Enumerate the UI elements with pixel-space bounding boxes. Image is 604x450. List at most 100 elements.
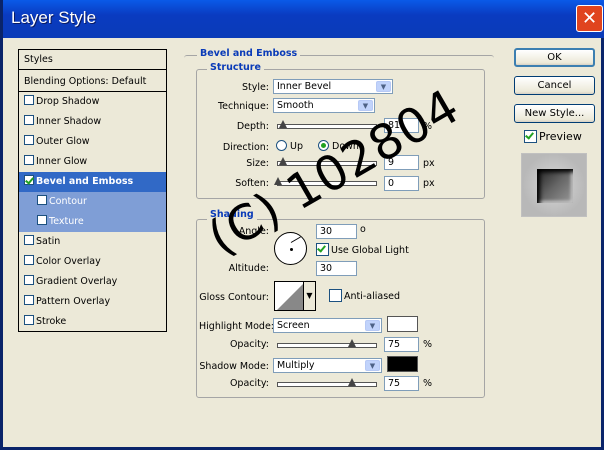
chevron-down-icon: ▼	[365, 320, 380, 331]
style-checkbox[interactable]	[24, 235, 34, 245]
size-unit: px	[423, 158, 435, 169]
style-checkbox[interactable]	[24, 135, 34, 145]
altitude-input[interactable]: 30	[316, 261, 357, 276]
down-radio[interactable]	[318, 140, 329, 151]
highlight-opacity-label: Opacity:	[229, 339, 269, 350]
preview-option[interactable]: Preview	[524, 130, 582, 143]
structure-title: Structure	[207, 62, 264, 73]
style-label: Style:	[241, 82, 269, 93]
depth-slider[interactable]	[277, 120, 377, 129]
degree-symbol: o	[360, 224, 366, 235]
style-item-label: Gradient Overlay	[36, 276, 118, 287]
size-slider-thumb[interactable]	[278, 157, 287, 165]
style-item-inner-shadow[interactable]: Inner Shadow	[19, 112, 166, 132]
style-item-label: Outer Glow	[36, 136, 90, 147]
style-checkbox[interactable]	[24, 95, 34, 105]
angle-input[interactable]: 30	[316, 224, 357, 239]
style-item-blending-options-default[interactable]: Blending Options: Default	[19, 72, 166, 92]
shadow-opacity-unit: %	[423, 378, 433, 389]
preview-thumbnail	[521, 153, 587, 217]
soften-slider-thumb[interactable]	[274, 177, 282, 185]
size-slider[interactable]	[277, 157, 377, 166]
down-label: Down	[332, 141, 359, 152]
highlight-color-swatch[interactable]	[387, 316, 418, 332]
style-value: Inner Bevel	[277, 81, 332, 92]
style-item-stroke[interactable]: Stroke	[19, 312, 166, 332]
gloss-contour-preview[interactable]	[274, 281, 304, 311]
style-item-color-overlay[interactable]: Color Overlay	[19, 252, 166, 272]
highlight-mode-select[interactable]: Screen ▼	[273, 318, 382, 333]
depth-input[interactable]: 81	[384, 118, 419, 133]
title-bar[interactable]: Layer Style ✕	[3, 0, 604, 38]
shadow-opacity-input[interactable]: 75	[384, 376, 419, 391]
technique-select[interactable]: Smooth ▼	[273, 98, 375, 113]
chevron-down-icon: ▼	[306, 291, 313, 300]
angle-dial-needle	[290, 236, 301, 243]
technique-value: Smooth	[277, 100, 314, 111]
depth-slider-thumb[interactable]	[278, 120, 287, 128]
highlight-opacity-thumb[interactable]	[347, 339, 356, 347]
shadow-opacity-thumb[interactable]	[347, 378, 356, 386]
shadow-mode-select[interactable]: Multiply ▼	[273, 358, 382, 373]
style-checkbox[interactable]	[24, 115, 34, 125]
soften-input[interactable]: 0	[384, 176, 419, 191]
style-checkbox[interactable]	[37, 195, 47, 205]
anti-aliased-checkbox[interactable]	[329, 289, 342, 302]
angle-dial[interactable]	[274, 232, 307, 265]
styles-panel: Styles Blending Options: Default Drop Sha…	[18, 49, 167, 332]
depth-unit: %	[423, 121, 433, 132]
style-checkbox[interactable]	[24, 275, 34, 285]
altitude-label: Altitude:	[228, 263, 269, 274]
style-checkbox[interactable]	[24, 155, 34, 165]
highlight-opacity-unit: %	[423, 339, 433, 350]
style-item-label: Blending Options: Default	[24, 76, 147, 87]
depth-label: Depth:	[236, 121, 269, 132]
style-select[interactable]: Inner Bevel ▼	[273, 79, 393, 94]
shadow-opacity-slider[interactable]	[277, 378, 377, 387]
cancel-button[interactable]: Cancel	[514, 76, 595, 95]
new-style-button[interactable]: New Style...	[514, 104, 595, 123]
style-item-label: Stroke	[36, 316, 67, 327]
style-checkbox[interactable]	[24, 315, 34, 325]
style-item-drop-shadow[interactable]: Drop Shadow	[19, 92, 166, 112]
highlight-opacity-input[interactable]: 75	[384, 337, 419, 352]
style-item-label: Contour	[49, 196, 87, 207]
style-item-label: Pattern Overlay	[36, 296, 111, 307]
chevron-down-icon: ▼	[376, 81, 391, 92]
style-item-label: Satin	[36, 236, 61, 247]
soften-unit: px	[423, 178, 435, 189]
style-item-outer-glow[interactable]: Outer Glow	[19, 132, 166, 152]
style-item-bevel-and-emboss[interactable]: Bevel and Emboss	[19, 172, 166, 192]
style-item-satin[interactable]: Satin	[19, 232, 166, 252]
style-item-gradient-overlay[interactable]: Gradient Overlay	[19, 272, 166, 292]
style-checkbox[interactable]	[24, 295, 34, 305]
gloss-contour-label: Gloss Contour:	[199, 292, 269, 303]
styles-header[interactable]: Styles	[19, 50, 166, 70]
use-global-light-option[interactable]: Use Global Light	[316, 243, 409, 256]
up-radio[interactable]	[276, 140, 287, 151]
style-item-pattern-overlay[interactable]: Pattern Overlay	[19, 292, 166, 312]
size-input[interactable]: 9	[384, 155, 419, 170]
style-item-inner-glow[interactable]: Inner Glow	[19, 152, 166, 172]
style-checkbox[interactable]	[24, 175, 34, 185]
gloss-contour-dropdown[interactable]: ▼	[303, 281, 316, 311]
style-item-label: Bevel and Emboss	[36, 176, 134, 187]
style-checkbox[interactable]	[37, 215, 47, 225]
anti-aliased-option[interactable]: Anti-aliased	[329, 289, 400, 302]
style-item-contour[interactable]: Contour	[19, 192, 166, 212]
style-item-texture[interactable]: Texture	[19, 212, 166, 232]
direction-label: Direction:	[222, 142, 269, 153]
highlight-opacity-slider[interactable]	[277, 339, 377, 348]
ok-button[interactable]: OK	[514, 48, 595, 67]
shadow-mode-value: Multiply	[277, 360, 315, 371]
close-button[interactable]: ✕	[576, 5, 603, 32]
soften-slider[interactable]	[274, 177, 377, 186]
use-global-light-checkbox[interactable]	[316, 243, 329, 256]
shadow-color-swatch[interactable]	[387, 356, 418, 372]
technique-label: Technique:	[217, 101, 269, 112]
style-checkbox[interactable]	[24, 255, 34, 265]
soften-label: Soften:	[235, 178, 269, 189]
direction-down-option[interactable]: Down	[318, 140, 359, 152]
direction-up-option[interactable]: Up	[276, 140, 303, 152]
preview-checkbox[interactable]	[524, 130, 537, 143]
